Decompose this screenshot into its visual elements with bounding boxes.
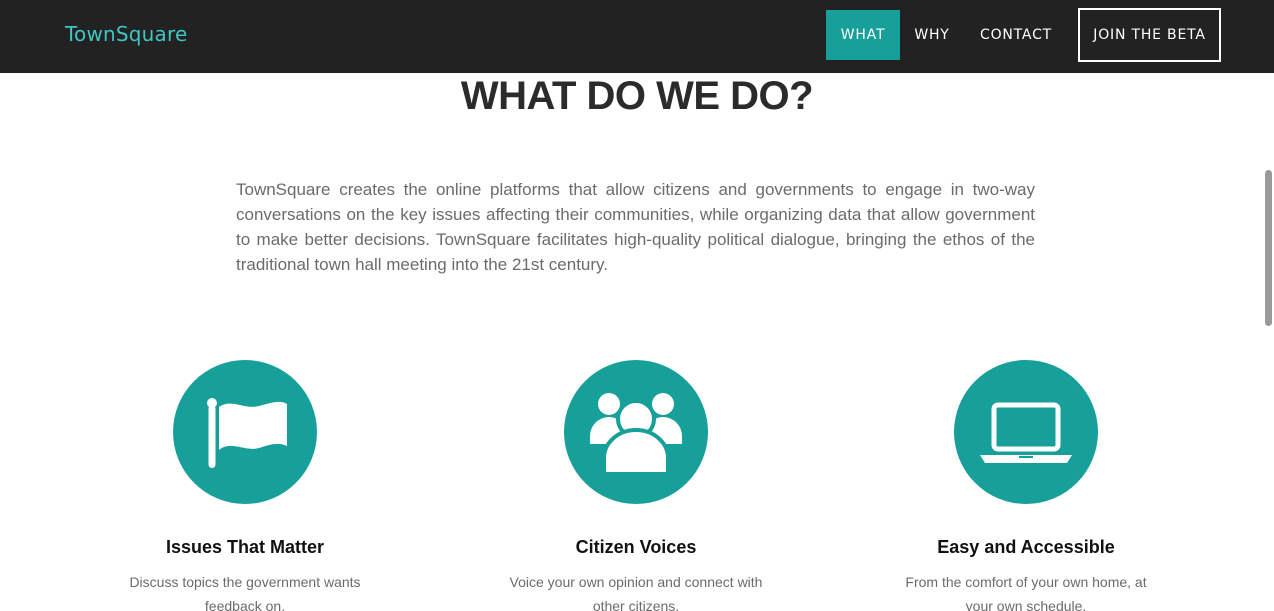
feature-card-issues: Issues That Matter Discuss topics the go… xyxy=(50,360,440,611)
feature-title: Citizen Voices xyxy=(575,537,697,557)
feature-title: Easy and Accessible xyxy=(937,537,1115,557)
page-scrollbar[interactable] xyxy=(1265,170,1272,326)
feature-description: From the comfort of your own home, at yo… xyxy=(905,574,1147,611)
feature-description: Voice your own opinion and connect with … xyxy=(509,574,763,611)
laptop-icon xyxy=(954,360,1098,504)
nav-contact-link[interactable]: CONTACT xyxy=(970,10,1062,60)
feature-card-accessible: Easy and Accessible From the comfort of … xyxy=(831,360,1221,611)
nav-what-link[interactable]: WHAT xyxy=(826,10,900,60)
top-navbar: TownSquare WHAT WHY CONTACT JOIN THE BET… xyxy=(0,0,1274,73)
feature-title: Issues That Matter xyxy=(165,537,325,557)
feature-description: Discuss topics the government wants feed… xyxy=(129,574,361,611)
feature-card-voices: Citizen Voices Voice your own opinion an… xyxy=(441,360,831,611)
nav-why-link[interactable]: WHY xyxy=(906,10,958,60)
join-beta-button[interactable]: JOIN THE BETA xyxy=(1078,8,1221,62)
brand-logo-link[interactable]: TownSquare xyxy=(65,22,188,46)
users-icon xyxy=(564,360,708,504)
flag-icon xyxy=(173,360,317,504)
intro-paragraph: TownSquare creates the online platforms … xyxy=(236,180,1035,274)
section-heading: WHAT DO WE DO? xyxy=(460,74,814,118)
